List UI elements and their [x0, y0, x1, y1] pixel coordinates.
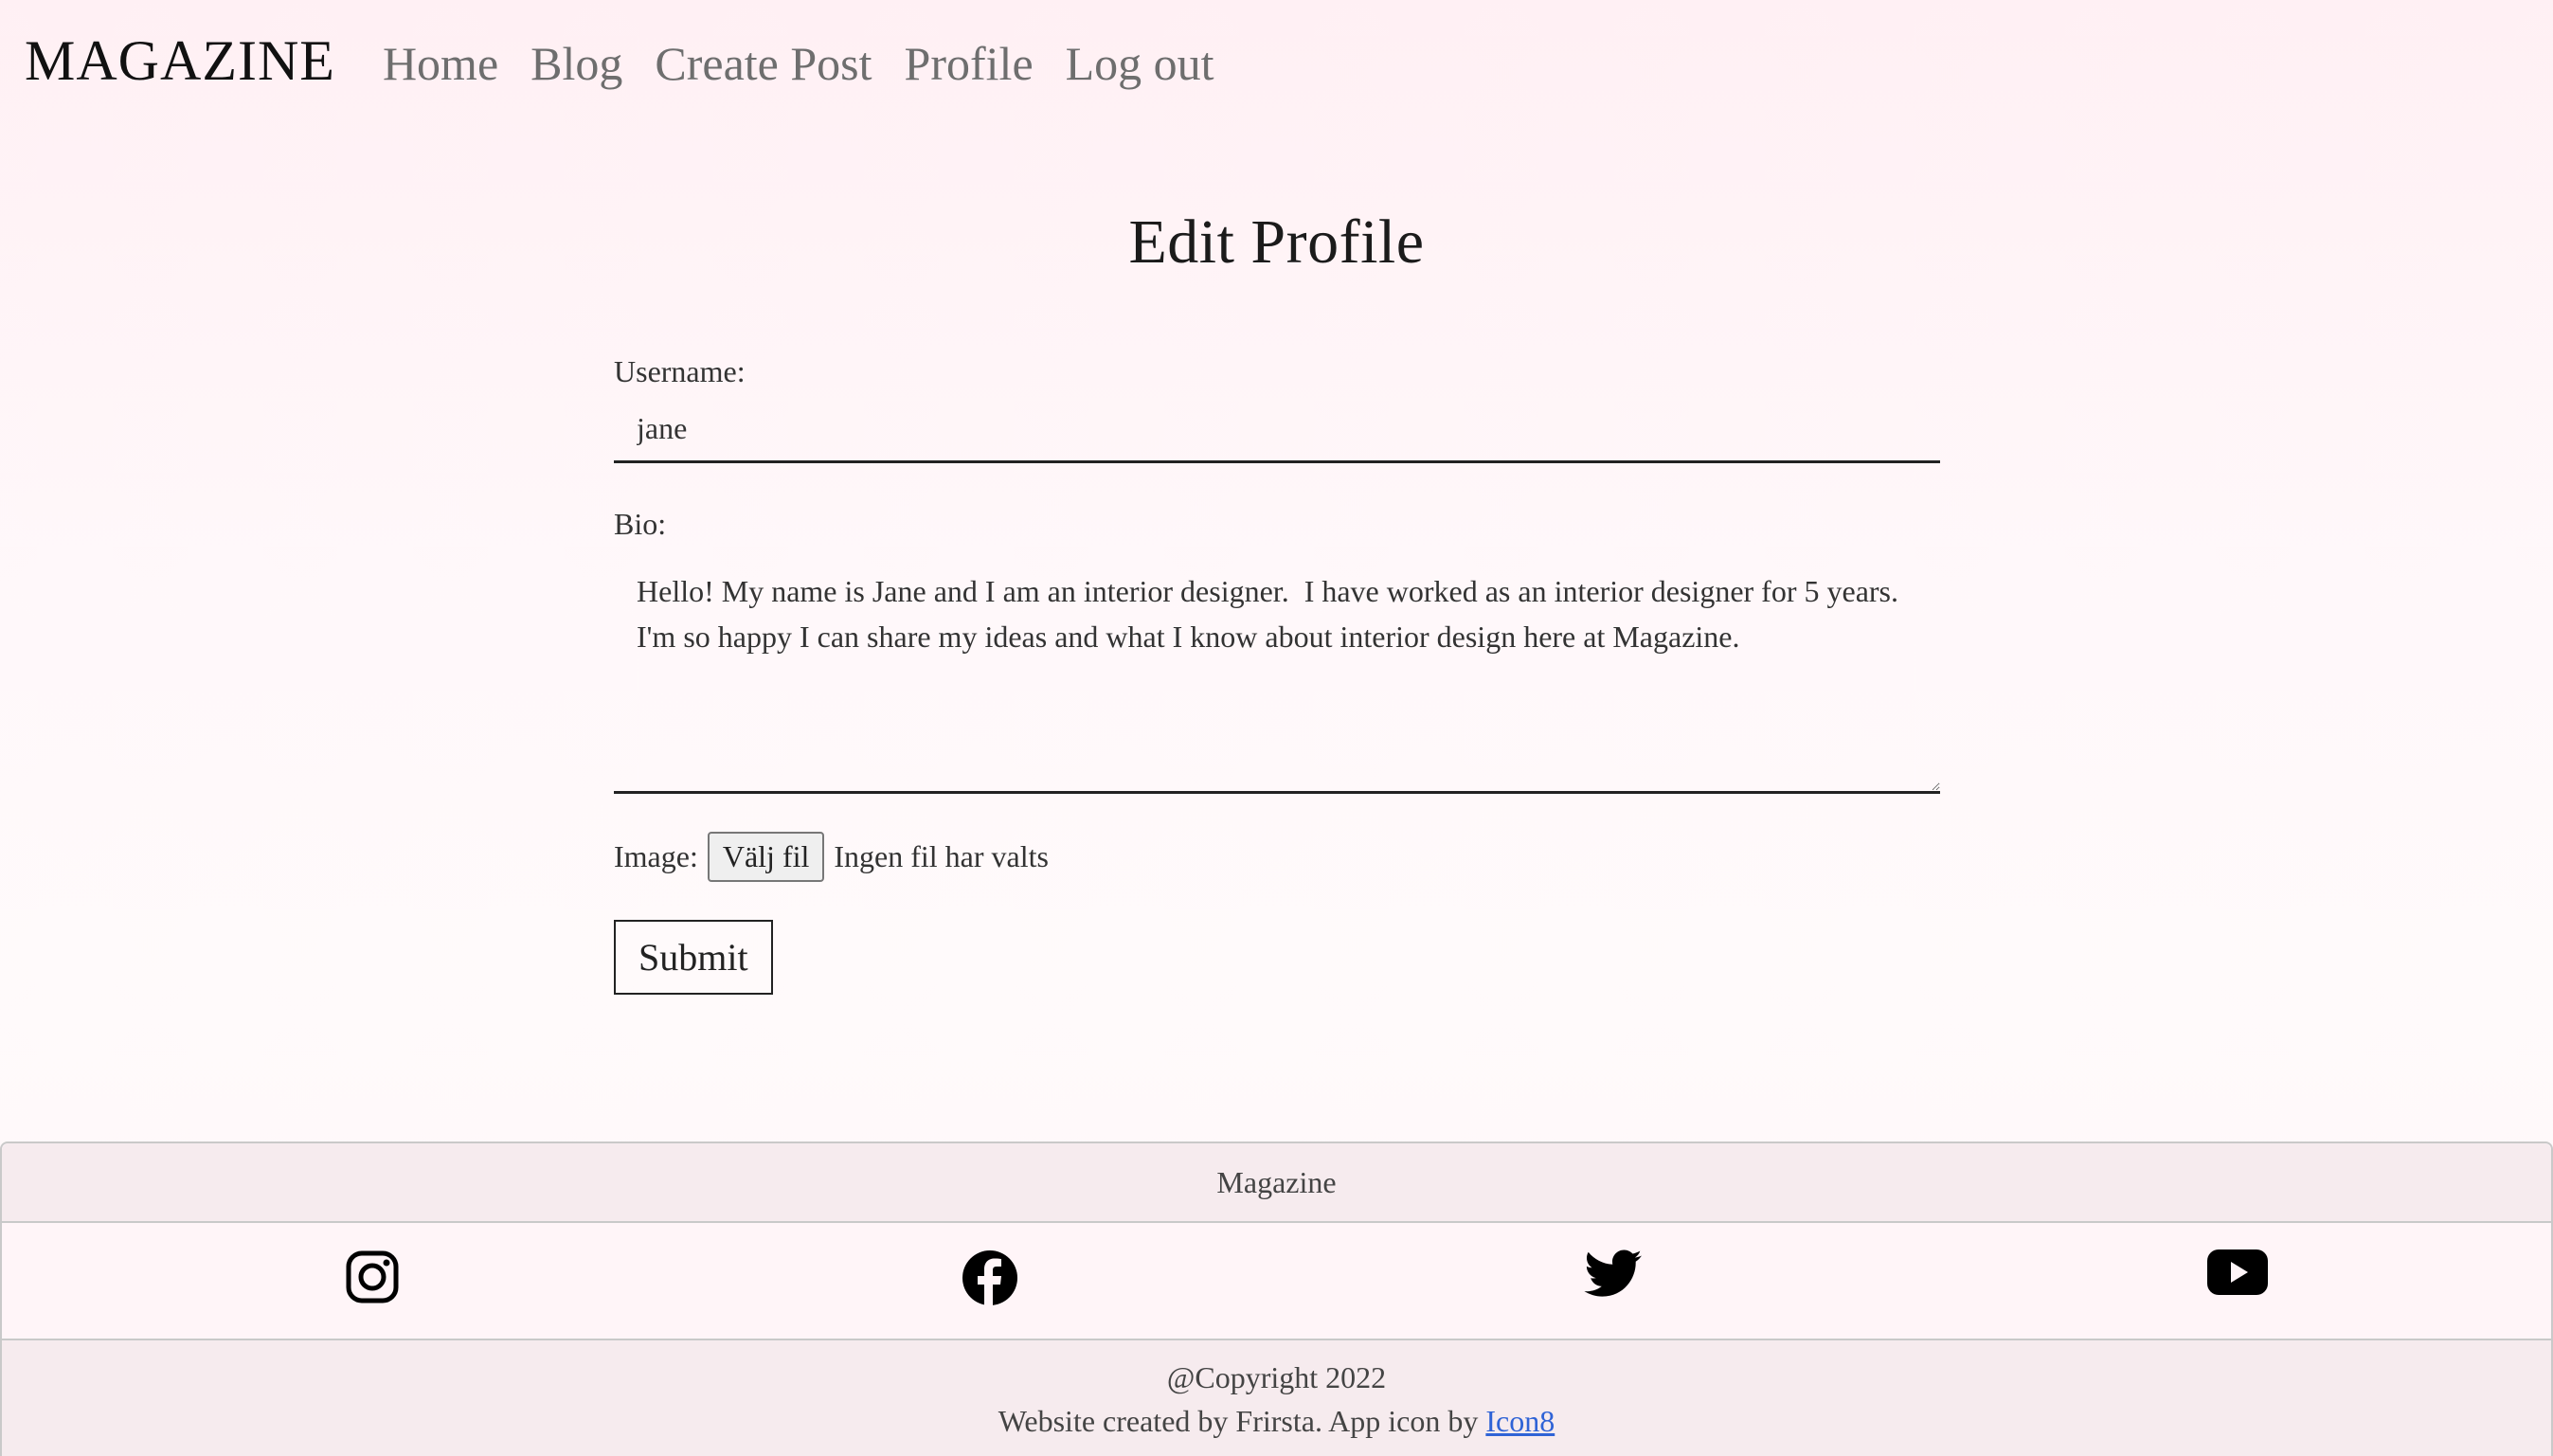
edit-profile-form: Username: Bio: Hello! My name is Jane an…	[614, 354, 1940, 995]
credit-text: Website created by Frirsta. App icon by	[998, 1404, 1479, 1438]
bio-label: Bio:	[614, 507, 667, 541]
username-input[interactable]	[614, 397, 1940, 463]
instagram-icon[interactable]	[345, 1249, 400, 1308]
footer-bottom: @Copyright 2022 Website created by Frirs…	[2, 1340, 2551, 1456]
facebook-icon[interactable]	[962, 1249, 1018, 1310]
twitter-icon[interactable]	[1584, 1249, 1643, 1304]
image-label: Image:	[614, 839, 698, 873]
youtube-icon-graphic	[2207, 1249, 2268, 1295]
nav-profile-link[interactable]: Profile	[905, 36, 1034, 91]
bio-textarea[interactable]: Hello! My name is Jane and I am an inter…	[614, 549, 1940, 794]
copyright-text: @Copyright 2022	[1166, 1360, 1387, 1394]
main-nav: MAGAZINE Home Blog Create Post Profile L…	[25, 28, 1214, 94]
site-footer: Magazine @Copyright 2022 Website created…	[0, 1141, 2553, 1456]
page-title: Edit Profile	[1128, 207, 1425, 277]
credit-line: Website created by Frirsta. App icon by …	[2, 1399, 2551, 1443]
nav-home-link[interactable]: Home	[383, 36, 498, 91]
twitter-icon-graphic	[1584, 1249, 1642, 1297]
image-upload-row: Image: Välj fil Ingen fil har valts	[614, 832, 1940, 882]
nav-create-post-link[interactable]: Create Post	[655, 36, 872, 91]
footer-title: Magazine	[2, 1143, 2551, 1223]
brand-logo-link[interactable]: MAGAZINE	[25, 28, 335, 94]
username-label: Username:	[614, 354, 746, 388]
choose-file-button[interactable]: Välj fil	[707, 832, 825, 882]
icon8-link[interactable]: Icon8	[1485, 1404, 1555, 1438]
nav-blog-link[interactable]: Blog	[530, 36, 622, 91]
instagram-icon-graphic	[346, 1250, 399, 1303]
social-links-row	[2, 1223, 2551, 1340]
file-status-text: Ingen fil har valts	[834, 839, 1049, 873]
facebook-icon-graphic	[962, 1250, 1017, 1306]
nav-log-out-link[interactable]: Log out	[1066, 36, 1214, 91]
submit-button[interactable]: Submit	[614, 920, 773, 995]
youtube-icon[interactable]	[2207, 1249, 2268, 1299]
